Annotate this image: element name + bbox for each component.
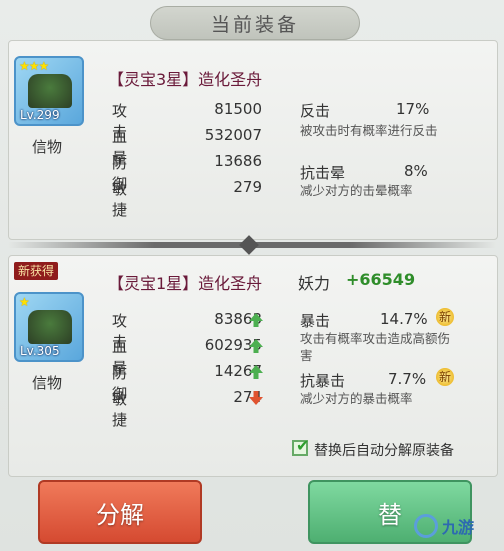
auto-decompose-checkbox[interactable]: ✔: [292, 436, 309, 456]
skill-percent: 14.7%: [380, 310, 428, 328]
ship-icon: [28, 74, 72, 108]
auto-decompose-label: 替换后自动分解原装备: [314, 443, 454, 459]
equipment-name: 【灵宝1星】造化圣舟: [108, 274, 263, 293]
power-value: +66549: [346, 270, 416, 289]
section-title: 当前装备: [150, 6, 360, 40]
skill-description: 减少对方的击晕概率: [300, 183, 413, 198]
star-rating: ★★★: [19, 59, 49, 73]
skill-description: 攻击有概率攻击造成高额伤害: [300, 331, 451, 363]
power-label: 妖力: [298, 274, 331, 293]
current-item-card[interactable]: ★★★ Lv.299: [14, 56, 84, 126]
skill-percent: 8%: [404, 162, 428, 180]
checkmark-icon: ✔: [296, 436, 310, 455]
skill-description: 减少对方的暴击概率: [300, 391, 413, 406]
new-item-card[interactable]: ★ Lv.305: [14, 292, 84, 362]
item-type-label: 信物: [32, 374, 63, 392]
skill-name: 反击: [300, 102, 331, 120]
new-obtained-badge: 新获得: [14, 262, 59, 280]
arrow-up-icon: [248, 338, 264, 354]
star-rating: ★: [19, 295, 30, 309]
item-level: Lv.305: [20, 344, 60, 358]
item-type-label: 信物: [32, 138, 63, 156]
ship-icon: [28, 310, 72, 344]
arrow-up-icon: [248, 312, 264, 328]
skill-percent: 7.7%: [388, 370, 427, 388]
watermark-logo: 九游: [414, 506, 500, 546]
decompose-button[interactable]: 分解: [38, 480, 202, 544]
skill-percent: 17%: [396, 100, 430, 118]
skill-name: 暴击: [300, 312, 331, 330]
new-skill-tag: 新: [436, 308, 454, 326]
arrow-up-icon: [248, 364, 264, 380]
skill-name: 抗暴击: [300, 372, 346, 390]
logo-icon: [414, 514, 438, 538]
equipment-name: 【灵宝3星】造化圣舟: [108, 70, 263, 89]
arrow-down-icon: [248, 390, 264, 406]
item-level: Lv.299: [20, 108, 60, 122]
skill-description: 被攻击时有概率进行反击: [300, 123, 438, 138]
new-skill-tag: 新: [436, 368, 454, 386]
skill-name: 抗击晕: [300, 164, 346, 182]
